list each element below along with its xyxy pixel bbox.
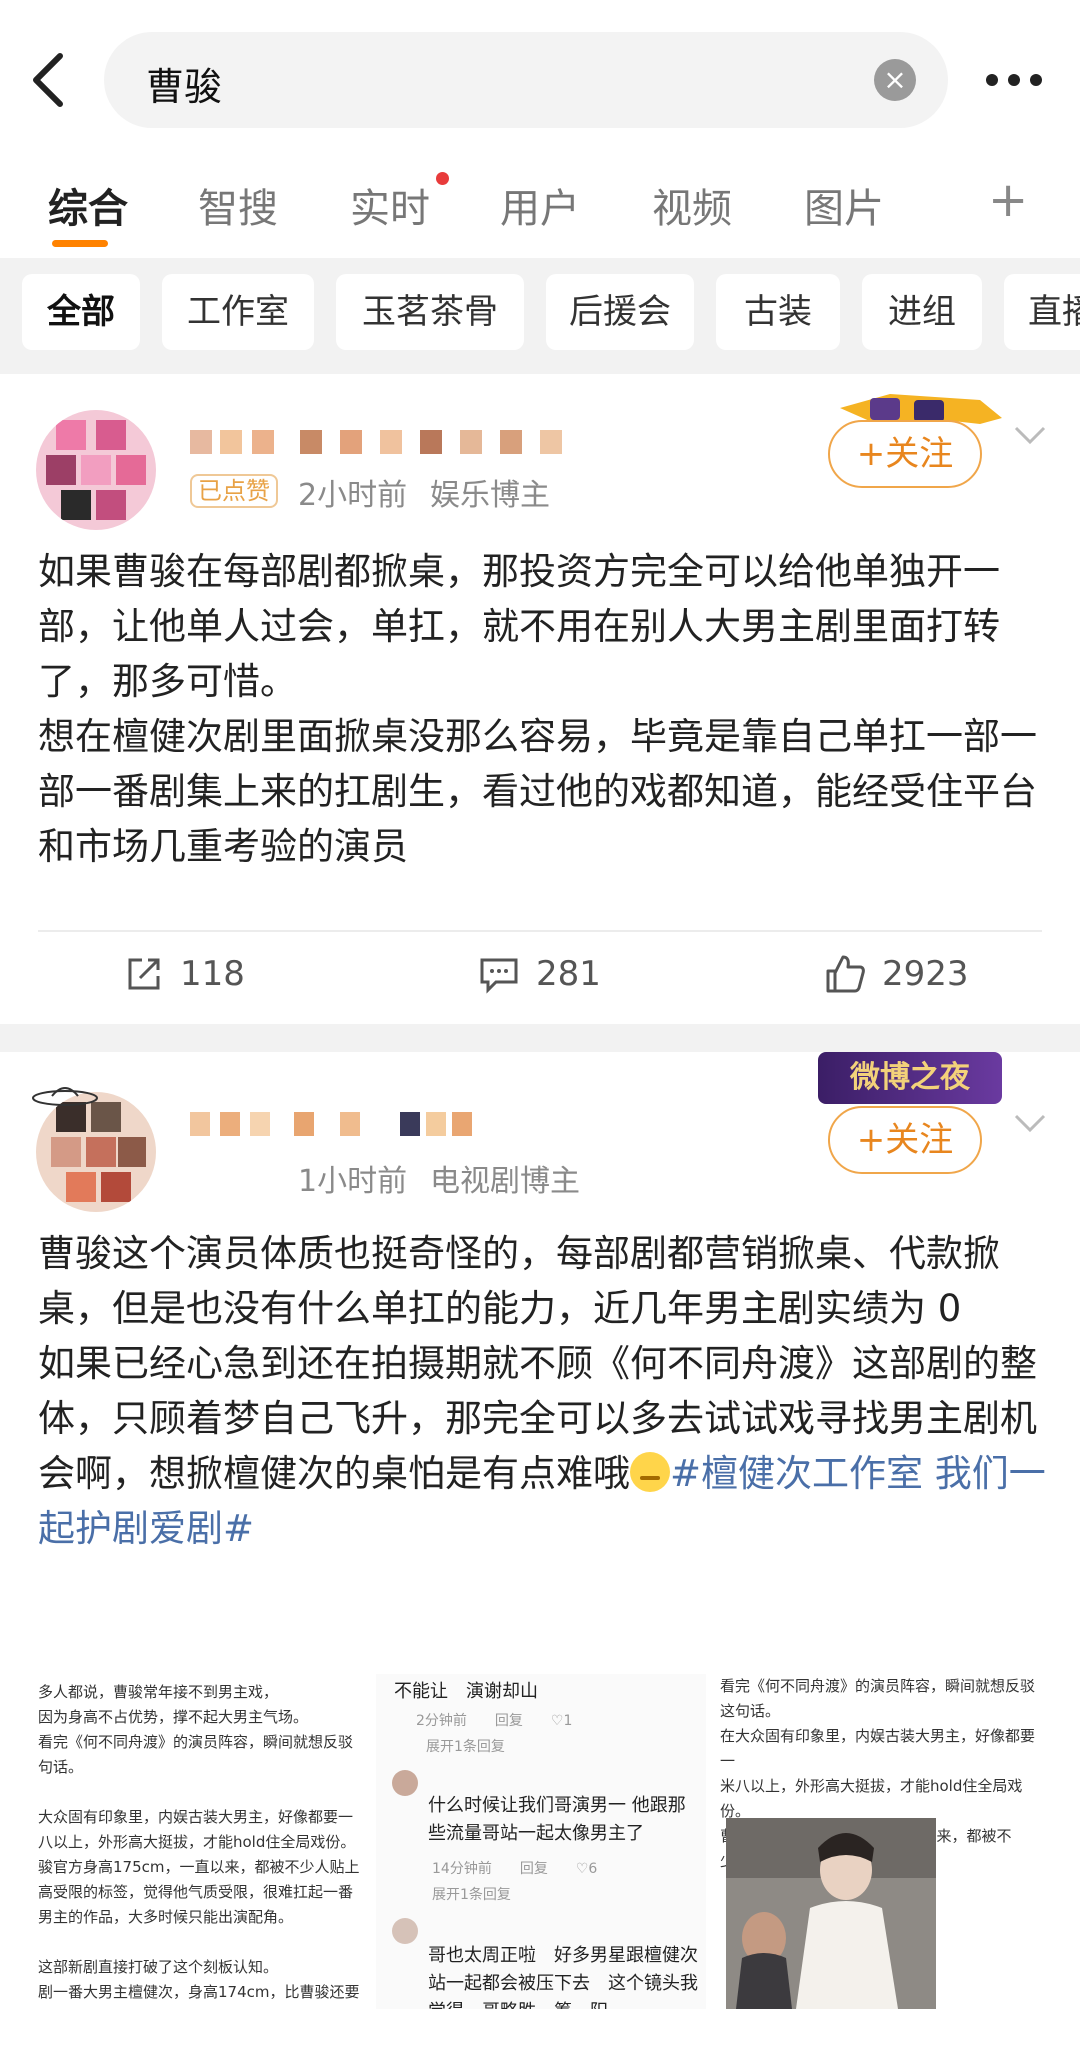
username-blurred[interactable] xyxy=(190,1108,490,1140)
follow-button[interactable]: +关注 xyxy=(828,420,982,488)
avatar xyxy=(392,1770,418,1796)
action-bar: 118 281 2923 xyxy=(0,944,1080,1004)
comment-icon xyxy=(480,958,518,994)
image-comment: 哥也太周正啦 好多男星跟檀健次站一起都会被压下去 这个镜头我觉得 哥略胜一筹 阳 xyxy=(428,1945,698,2009)
search-query: 曹骏 xyxy=(146,65,223,109)
avatar[interactable] xyxy=(36,1092,156,1212)
image-text-line: 八以上，外形高大挺拔，才能hold住全局戏份。 xyxy=(38,1833,356,1851)
comment-button[interactable]: 281 xyxy=(478,944,601,1004)
add-tab-icon[interactable]: + xyxy=(988,172,1028,228)
post-image-3[interactable]: 看完《何不同舟渡》的演员阵容，瞬间就想反驳 这句话。在大众固有印象里，内娱古装大男… xyxy=(716,1674,1042,2009)
post-card[interactable]: 已点赞 2小时前 娱乐博主 +关注 如果曹骏在每部剧都掀桌，那投资方完全可以给他… xyxy=(0,374,1080,1024)
image-text-line: 高受限的标签，觉得他气质受限，很难扛起一番 xyxy=(38,1883,354,1901)
author-category: 电视剧博主 xyxy=(430,1164,580,1199)
image-text-line: 这句话。 xyxy=(720,1702,781,1720)
repost-icon xyxy=(128,958,160,990)
post-paragraph: 如果已经心急到还在拍摄期就不顾《何不同舟渡》这部剧的整体，只顾着梦自己飞升，那完… xyxy=(38,1336,1048,1556)
image-text-line: 看完《何不同舟渡》的演员阵容，瞬间就想反驳 xyxy=(38,1733,354,1751)
image-text-line: 大众固有印象里，内娱古装大男主，好像都要一 xyxy=(38,1808,354,1826)
post-image-2[interactable]: 不能让 演谢却山 2分钟前 回复 ♡1 展开1条回复 什么时候让我们哥演男一 他… xyxy=(376,1674,706,2009)
tab-realtime[interactable]: 实时 xyxy=(350,176,430,234)
post-paragraph: 想在檀健次剧里面掀桌没那么容易，毕竟是靠自己单扛一部一部一番剧集上来的扛剧生，看… xyxy=(38,715,1037,868)
image-text-line xyxy=(38,1930,366,1955)
photo-still xyxy=(726,1818,936,2009)
image-text-line: 男主的作品，大多时候只能出演配角。 xyxy=(38,1908,294,1926)
image-comment-reply: 展开1条回复 xyxy=(426,1739,505,1755)
chip-studio[interactable]: 工作室 xyxy=(162,274,314,350)
image-text-line: 米八以上，外形高大挺拔，才能hold住全局戏份。 xyxy=(720,1777,1023,1820)
repost-button[interactable]: 118 xyxy=(124,944,245,1004)
image-comment-meta: 2分钟前 回复 ♡1 xyxy=(416,1713,573,1729)
chip-costume[interactable]: 古装 xyxy=(716,274,840,350)
chevron-down-icon[interactable] xyxy=(1012,1112,1048,1136)
post-card[interactable]: 1小时前 电视剧博主 微博之夜 +关注 曹骏这个演员体质也挺奇怪的，每部剧都营销… xyxy=(0,1052,1080,2049)
image-comment-reply: 展开1条回复 xyxy=(432,1887,511,1903)
clear-icon[interactable]: × xyxy=(874,59,916,101)
like-count: 2923 xyxy=(882,954,969,994)
post-time: 1小时前 xyxy=(298,1164,408,1199)
username-blurred[interactable] xyxy=(190,426,590,458)
chip-all[interactable]: 全部 xyxy=(22,274,140,350)
chevron-down-icon[interactable] xyxy=(1012,424,1048,448)
image-text-line: 上一点，却稳稳手握S级大制作资源，妥妥的核 xyxy=(38,2005,366,2009)
tab-users[interactable]: 用户 xyxy=(500,176,580,234)
thumbs-up-icon xyxy=(826,955,865,993)
image-text-line: 因为身高不占优势，撑不起大男主气场。 xyxy=(38,1708,309,1726)
post-text: 如果曹骏在每部剧都掀桌，那投资方完全可以给他单独开一部，让他单人过会，单扛，就不… xyxy=(38,544,1048,874)
image-text-line: 骏官方身高175cm，一直以来，都被不少人贴上 xyxy=(38,1858,360,1876)
post-paragraph: 曹骏这个演员体质也挺奇怪的，每部剧都营销掀桌、代款掀桌，但是也没有什么单扛的能力… xyxy=(38,1232,1000,1330)
chip-fanclub[interactable]: 后援会 xyxy=(546,274,694,350)
avatar[interactable] xyxy=(36,410,156,530)
tab-comprehensive[interactable]: 综合 xyxy=(48,176,128,234)
chip-joining-crew[interactable]: 进组 xyxy=(862,274,982,350)
image-text-line: 剧一番大男主檀健次，身高174cm，比曹骏还要 xyxy=(38,1983,360,2001)
notification-dot xyxy=(436,172,449,185)
repost-count: 118 xyxy=(180,954,245,994)
comment-count: 281 xyxy=(536,954,601,994)
liked-badge: 已点赞 xyxy=(190,474,278,508)
post-text: 曹骏这个演员体质也挺奇怪的，每部剧都营销掀桌、代款掀桌，但是也没有什么单扛的能力… xyxy=(38,1226,1048,1556)
filter-chips: 全部 工作室 玉茗茶骨 后援会 古装 进组 直播 xyxy=(0,258,1080,366)
image-text-line: 这部新剧直接打破了这个刻板认知。 xyxy=(38,1958,279,1976)
image-text-line: 看完《何不同舟渡》的演员阵容，瞬间就想反驳 xyxy=(720,1677,1036,1695)
search-input[interactable]: 曹骏 × xyxy=(104,32,948,128)
result-tabs: 综合 智搜 实时 用户 视频 图片 + xyxy=(0,160,1080,258)
post-time: 2小时前 xyxy=(298,478,408,513)
post-paragraph: 如果曹骏在每部剧都掀桌，那投资方完全可以给他单独开一部，让他单人过会，单扛，就不… xyxy=(38,550,1000,703)
chip-live[interactable]: 直播 xyxy=(1004,274,1080,350)
image-text-line: 句话。 xyxy=(38,1758,84,1776)
image-text-block: 多人都说，曹骏常年接不到男主戏， 因为身高不占优势，撑不起大男主气场。看完《何不同… xyxy=(38,1674,366,2009)
image-text-line: 在大众固有印象里，内娱古装大男主，好像都要一 xyxy=(720,1727,1036,1770)
chip-yumingchagu[interactable]: 玉茗茶骨 xyxy=(336,274,524,350)
tab-images[interactable]: 图片 xyxy=(804,176,884,234)
image-comment: 不能让 演谢却山 xyxy=(394,1681,538,1702)
search-header: 曹骏 × xyxy=(0,0,1080,160)
image-comment-meta: 14分钟前 回复 ♡6 xyxy=(432,1861,598,1877)
author-category: 娱乐博主 xyxy=(430,478,550,513)
avatar xyxy=(392,1918,418,1944)
back-arrow-icon[interactable] xyxy=(24,50,74,110)
post-image-1[interactable]: 多人都说，曹骏常年接不到男主戏， 因为身高不占优势，撑不起大男主气场。看完《何不同… xyxy=(38,1674,366,2009)
tab-smart-search[interactable]: 智搜 xyxy=(198,176,278,234)
active-tab-indicator xyxy=(52,240,108,247)
tab-video[interactable]: 视频 xyxy=(652,176,732,234)
follow-button[interactable]: +关注 xyxy=(828,1106,982,1174)
image-text-line xyxy=(38,1780,366,1805)
thinking-emoji-icon xyxy=(630,1452,670,1492)
divider xyxy=(38,930,1042,932)
event-frame-banner: 微博之夜 xyxy=(818,1052,1002,1104)
more-options-icon[interactable] xyxy=(982,62,1046,98)
image-text-line: 多人都说，曹骏常年接不到男主戏， xyxy=(38,1683,279,1701)
image-comment: 什么时候让我们哥演男一 他跟那些流量哥站一起太像男主了 xyxy=(428,1795,686,1844)
hat-decoration-icon xyxy=(32,1087,98,1106)
like-button[interactable]: 2923 xyxy=(824,944,969,1004)
